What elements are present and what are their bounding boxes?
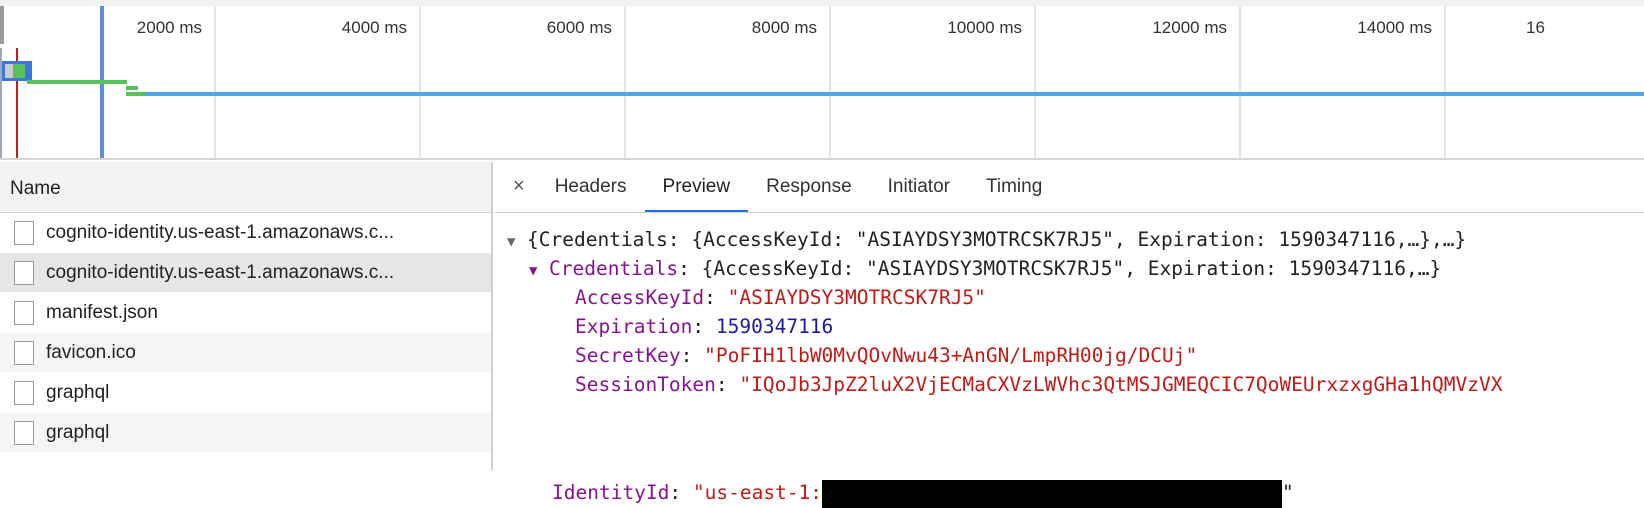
document-icon (14, 420, 34, 445)
credentials-summary: : {AccessKeyId: "ASIAYDSY3MOTRCSK7RJ5", … (678, 257, 1442, 280)
overview-drag-handle[interactable] (0, 6, 4, 44)
field-key: Expiration (575, 315, 693, 338)
grid-line (624, 6, 626, 158)
tick-label: 8000 ms (751, 18, 817, 37)
grid-line (214, 6, 216, 158)
tick-label: 16 (1526, 18, 1545, 37)
quote: " (1282, 481, 1294, 504)
document-icon (14, 300, 34, 325)
tab-preview[interactable]: Preview (644, 162, 749, 212)
request-name: favicon.ico (46, 341, 136, 363)
grid-line (1444, 6, 1446, 158)
tick-label: 4000 ms (341, 18, 407, 37)
details-tabbar: × Headers Preview Response Initiator Timing (495, 162, 1644, 213)
tab-initiator[interactable]: Initiator (870, 162, 968, 212)
tick-label: 2000 ms (136, 18, 202, 37)
redaction-box (822, 479, 1283, 508)
request-list: Name cognito-identity.us-east-1.amazonaw… (0, 162, 493, 470)
field-key: AccessKeyId (575, 286, 705, 309)
document-icon (14, 220, 34, 245)
request-name: manifest.json (46, 301, 158, 323)
root-summary: {Credentials: {AccessKeyId: "ASIAYDSY3MO… (527, 228, 1467, 251)
document-icon (14, 260, 34, 285)
document-icon (14, 340, 34, 365)
request-row[interactable]: cognito-identity.us-east-1.amazonaws.c..… (0, 253, 491, 293)
tick-label: 10000 ms (947, 18, 1022, 37)
request-row[interactable]: favicon.ico (0, 333, 491, 373)
request-bar (126, 86, 138, 90)
close-icon[interactable]: × (495, 162, 537, 212)
tick-label: 14000 ms (1357, 18, 1432, 37)
grid-line (829, 6, 831, 158)
request-row[interactable]: graphql (0, 413, 491, 453)
request-bar (27, 80, 127, 84)
request-name: cognito-identity.us-east-1.amazonaws.c..… (46, 261, 395, 283)
identity-value: "us-east-1: (692, 481, 823, 504)
identity-key: IdentityId (552, 481, 670, 504)
request-bar (126, 92, 146, 96)
field-value: "PoFIH1lbW0MvQOvNwu43+AnGN/LmpRH00jg/DCU… (704, 344, 1198, 367)
network-timeline-overview[interactable]: 2000 ms 4000 ms 6000 ms 8000 ms 10000 ms 1200… (0, 0, 1644, 160)
tick-label: 6000 ms (546, 18, 612, 37)
field-value: "ASIAYDSY3MOTRCSK7RJ5" (727, 286, 986, 309)
grid-line (1034, 6, 1036, 158)
tree-field: AccessKeyId: "ASIAYDSY3MOTRCSK7RJ5" (575, 286, 986, 309)
request-name: cognito-identity.us-east-1.amazonaws.c..… (46, 221, 395, 243)
request-bar (126, 92, 1644, 96)
request-row[interactable]: graphql (0, 373, 491, 413)
expand-triangle-icon[interactable]: ▼ (529, 257, 549, 286)
field-value: 1590347116 (715, 315, 834, 338)
grid-line (1239, 6, 1241, 158)
tab-timing[interactable]: Timing (968, 162, 1060, 212)
name-column-header[interactable]: Name (0, 162, 491, 213)
tick-label: 12000 ms (1152, 18, 1227, 37)
field-key: SessionToken (575, 373, 716, 396)
tree-field: Expiration: 1590347116 (575, 315, 834, 338)
request-name: graphql (46, 421, 110, 443)
tab-headers[interactable]: Headers (537, 162, 645, 212)
credentials-key: Credentials (549, 257, 679, 280)
tree-field: SessionToken: "IQoJb3JpZ2luX2VjECMaCXVzL… (575, 373, 1503, 396)
tree-credentials[interactable]: ▼ Credentials: {AccessKeyId: "ASIAYDSY3MO… (529, 254, 1441, 283)
preview-json-tree: ▼ {Credentials: {AccessKeyId: "ASIAYDSY3M… (495, 213, 1644, 508)
grid-line (419, 6, 421, 158)
document-icon (14, 380, 34, 405)
request-row[interactable]: manifest.json (0, 293, 491, 333)
request-bar-selected (2, 61, 32, 81)
tree-identity-id: IdentityId: "us-east-1: " (552, 478, 1294, 508)
field-key: SecretKey (575, 344, 681, 367)
tree-root[interactable]: ▼ {Credentials: {AccessKeyId: "ASIAYDSY3M… (507, 225, 1466, 254)
tree-field: SecretKey: "PoFIH1lbW0MvQOvNwu43+AnGN/Lm… (575, 344, 1198, 367)
tab-response[interactable]: Response (748, 162, 870, 212)
expand-triangle-icon[interactable]: ▼ (507, 228, 527, 257)
request-name: graphql (46, 381, 110, 403)
request-details-panel: × Headers Preview Response Initiator Timing … (495, 162, 1644, 508)
field-value: "IQoJb3JpZ2luX2VjECMaCXVzLWVhc3QtMSJGMEQ… (739, 373, 1503, 396)
request-row[interactable]: cognito-identity.us-east-1.amazonaws.c..… (0, 213, 491, 253)
